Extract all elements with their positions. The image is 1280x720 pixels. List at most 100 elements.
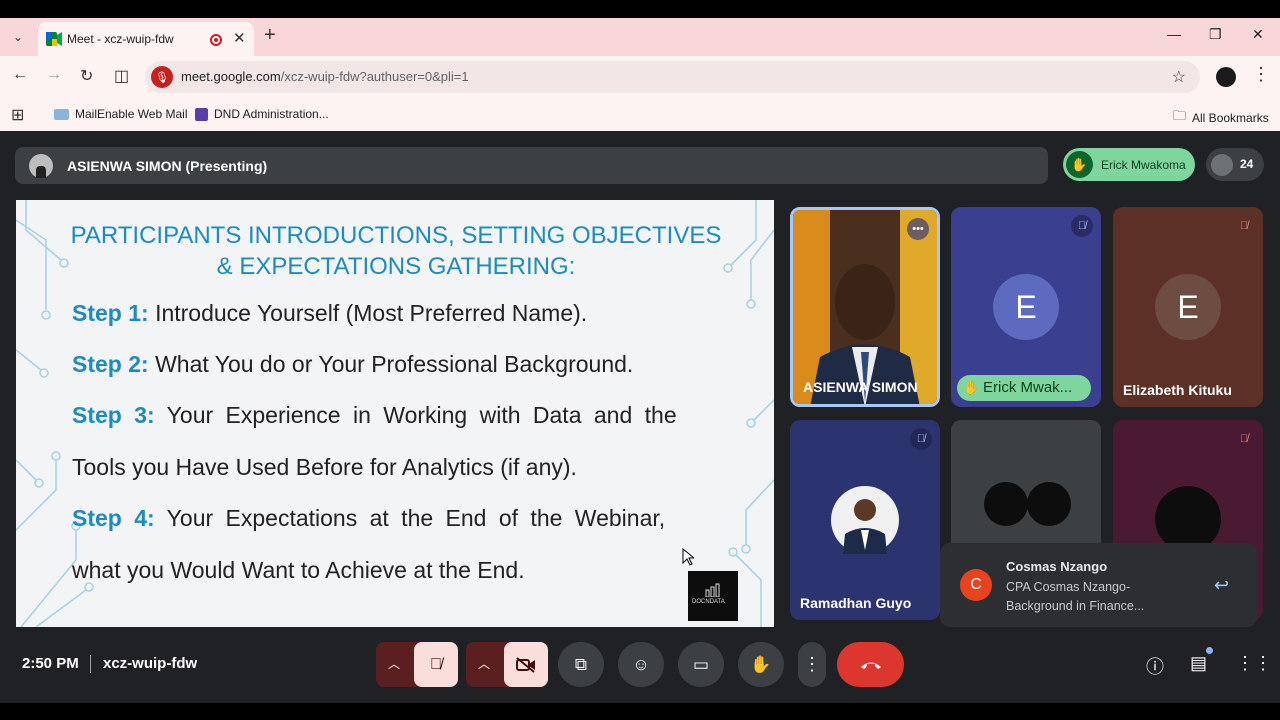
more-options-button[interactable]: ⋮ — [798, 642, 826, 687]
slide-step-4: Step 4: Your Expectations at the End of … — [72, 505, 722, 532]
address-bar[interactable]: 🎙 meet.google.com/xcz-wuip-fdw?authuser=… — [145, 61, 1200, 93]
tab-search-chevron-icon[interactable]: ⌄ — [8, 27, 28, 47]
slide-logo-text: DOCNDATA — [692, 599, 725, 605]
participant-name: Elizabeth Kituku — [1123, 382, 1232, 398]
bookmark-label: DND Administration... — [214, 107, 329, 121]
restore-window-icon[interactable]: ❐ — [1209, 26, 1222, 43]
hand-icon: ✋ — [750, 654, 772, 674]
back-icon[interactable]: ← — [12, 66, 28, 84]
participant-name: Erick Mwak... — [983, 379, 1073, 396]
microphone-in-use-icon[interactable]: 🎙 — [151, 66, 173, 88]
microphone-toggle-button[interactable]: 🎙̸ — [414, 642, 458, 687]
bookmark-dnd-admin[interactable]: DND Administration... — [195, 107, 329, 121]
browser-menu-icon[interactable]: ⋮ — [1252, 64, 1270, 85]
raised-hand-icon: ✋ — [963, 380, 980, 395]
recording-indicator-icon — [210, 34, 222, 46]
chat-message-toast[interactable]: C Cosmas Nzango CPA Cosmas Nzango- Backg… — [940, 543, 1257, 627]
participant-count: 24 — [1240, 157, 1254, 171]
divider — [90, 655, 91, 673]
presenter-label: ASIENWA SIMON (Presenting) — [67, 158, 268, 174]
muted-mic-icon: 🎙̸ — [1071, 215, 1093, 237]
more-options-icon[interactable]: ••• — [907, 218, 929, 240]
participant-tile-ramadhan[interactable]: 🎙̸ Ramadhan Guyo — [790, 420, 940, 620]
participants-button[interactable]: 24 — [1206, 148, 1264, 181]
mic-off-icon: 🎙̸ — [430, 655, 442, 673]
slide-title: PARTICIPANTS INTRODUCTIONS, SETTING OBJE… — [56, 220, 736, 282]
bar-chart-logo-icon — [705, 583, 720, 597]
profile-avatar[interactable] — [1216, 67, 1236, 87]
step-label: Step 2: — [72, 351, 149, 377]
step-label: Step 3: — [72, 402, 155, 428]
reload-icon[interactable]: ↻ — [80, 66, 93, 86]
apps-grid-icon[interactable]: ⊞ — [11, 105, 24, 125]
close-window-icon[interactable]: ✕ — [1252, 26, 1264, 43]
participant-tile-elizabeth[interactable]: 🎙̸ E Elizabeth Kituku — [1113, 207, 1263, 407]
browser-tab-meet[interactable]: Meet - xcz-wuip-fdw ✕ — [38, 22, 254, 56]
participant-avatar: E — [993, 274, 1059, 340]
presenter-bar: ASIENWA SIMON (Presenting) — [15, 147, 1048, 184]
reply-arrow-icon[interactable]: ↩ — [1214, 575, 1229, 596]
captions-button[interactable]: ▭ — [678, 642, 724, 687]
meet-stage: ASIENWA SIMON (Presenting) ✋ Erick Mwako… — [0, 131, 1280, 703]
people-icon — [1211, 154, 1233, 176]
raised-hand-name-chip: ✋ Erick Mwak... — [957, 375, 1091, 401]
docndata-avatar-1 — [984, 482, 1028, 526]
message-line: CPA Cosmas Nzango- — [1006, 580, 1131, 594]
camera-off-icon — [516, 656, 535, 673]
chat-icon[interactable]: ▤ — [1190, 653, 1207, 674]
activities-grid-icon[interactable]: ⋮⋮ — [1236, 653, 1272, 674]
step-label: Step 4: — [72, 505, 155, 531]
muted-mic-icon: 🎙̸ — [1239, 433, 1249, 445]
camera-toggle-button[interactable] — [504, 642, 548, 687]
bookmark-mailenable[interactable]: MailEnable Web Mail — [54, 107, 188, 121]
screen: ⌄ Meet - xcz-wuip-fdw ✕ + — ❐ ✕ ← → ↻ ◫ … — [0, 0, 1280, 720]
sender-avatar: C — [960, 569, 992, 601]
sender-name: Cosmas Nzango — [1006, 559, 1108, 574]
participant-tile-asienwa[interactable]: ••• ASIENWA SIMON — [790, 207, 940, 407]
meeting-info-icon[interactable]: ⓘ — [1146, 653, 1164, 679]
split-view-icon[interactable]: ◫ — [114, 66, 129, 86]
message-line: Background in Finance... — [1006, 599, 1145, 613]
microphone-control-group: ︿ 🎙̸ — [376, 642, 458, 687]
participant-photo-avatar — [831, 486, 899, 554]
slide-title-line: & EXPECTATIONS GATHERING: — [216, 253, 576, 280]
present-screen-button[interactable]: ⧉ — [558, 642, 604, 687]
forward-icon[interactable]: → — [46, 66, 62, 84]
unread-chat-indicator — [1206, 647, 1213, 654]
more-vert-icon: ⋮ — [803, 654, 821, 674]
video-settings-chevron-icon[interactable]: ︿ — [478, 655, 490, 672]
step-text: Your Experience in Working with Data and… — [166, 402, 677, 428]
mouse-cursor-icon — [682, 548, 694, 566]
docndata-logo: DOCNDATA — [688, 571, 738, 621]
all-bookmarks-label: All Bookmarks — [1192, 111, 1269, 125]
emoji-icon: ☺ — [632, 654, 650, 674]
reactions-button[interactable]: ☺ — [618, 642, 664, 687]
bookmark-star-icon[interactable]: ☆ — [1172, 67, 1186, 87]
participant-avatar: E — [1155, 274, 1221, 340]
browser-toolbar: ← → ↻ ◫ 🎙 meet.google.com/xcz-wuip-fdw?a… — [0, 56, 1280, 98]
url-text: meet.google.com/xcz-wuip-fdw?authuser=0&… — [181, 69, 469, 84]
step-label: Step 1: — [72, 300, 149, 326]
raised-hand-chip[interactable]: ✋ Erick Mwakoma — [1063, 148, 1195, 181]
bookmark-label: MailEnable Web Mail — [75, 107, 188, 121]
bookmarks-bar: ⊞ MailEnable Web Mail DND Administration… — [0, 98, 1280, 131]
step-text: Introduce Yourself (Most Preferred Name)… — [155, 300, 588, 326]
all-bookmarks-button[interactable]: 🗀 All Bookmarks — [1173, 107, 1269, 129]
slide-step-1: Step 1: Introduce Yourself (Most Preferr… — [72, 300, 722, 327]
new-tab-button[interactable]: + — [264, 25, 276, 45]
participant-tile-erick[interactable]: 🎙̸ E ✋ Erick Mwak... — [951, 207, 1101, 407]
slide-step-3-continued: Tools you Have Used Before for Analytics… — [72, 454, 577, 480]
raised-hand-icon: ✋ — [1066, 151, 1093, 178]
tab-close-icon[interactable]: ✕ — [233, 29, 246, 47]
leave-call-button[interactable] — [837, 642, 904, 687]
folder-icon: 🗀 — [1173, 108, 1187, 123]
raise-hand-button[interactable]: ✋ — [738, 642, 784, 687]
meeting-control-bar: 2:50 PM xcz-wuip-fdw ︿ 🎙̸ ︿ ⧉ ☺ ▭ ✋ ⋮ ⓘ … — [0, 633, 1280, 703]
slide-title-line: PARTICIPANTS INTRODUCTIONS, SETTING OBJE… — [70, 222, 722, 249]
minimize-window-icon[interactable]: — — [1167, 26, 1181, 42]
muted-mic-icon: 🎙̸ — [910, 428, 932, 450]
browser-tab-bar: ⌄ Meet - xcz-wuip-fdw ✕ + — ❐ ✕ — [0, 18, 1280, 56]
audio-settings-chevron-icon[interactable]: ︿ — [388, 655, 400, 672]
docndata-avatar-2 — [1027, 482, 1071, 526]
tab-title: Meet - xcz-wuip-fdw — [67, 32, 174, 46]
